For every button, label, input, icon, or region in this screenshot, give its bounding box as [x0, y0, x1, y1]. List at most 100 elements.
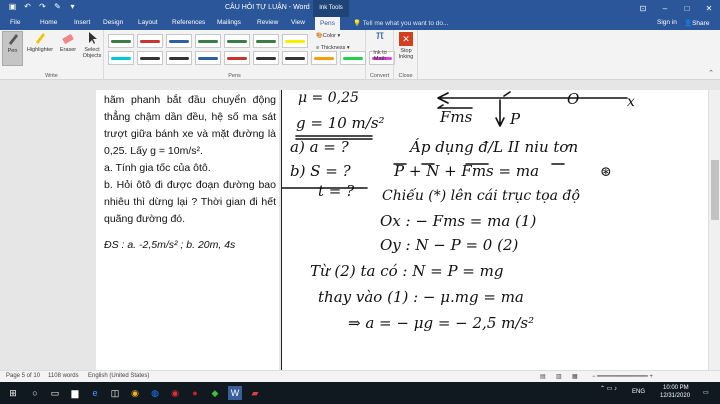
pen-stroke-icon	[169, 40, 189, 43]
stop-inking-button[interactable]: ✕ Stop Inking	[395, 32, 417, 60]
windows-start-icon[interactable]: ⊞	[6, 386, 20, 400]
store-icon[interactable]: ◫	[108, 386, 122, 400]
vertical-ruler	[0, 90, 12, 370]
scrollbar-thumb[interactable]	[711, 160, 719, 220]
tell-me-box[interactable]: 💡 Tell me what you want to do...	[353, 19, 448, 27]
pen-swatch[interactable]	[166, 34, 192, 48]
zalo-icon[interactable]: ◍	[148, 386, 162, 400]
select-objects-button[interactable]: Select Objects	[80, 31, 104, 66]
tab-design[interactable]: Design	[103, 19, 123, 26]
ink-axis-arrow	[437, 92, 628, 104]
word-icon[interactable]: W	[228, 386, 242, 400]
windows-taskbar: ⊞ ○ ▭ ▆ e ◫ ◉ ◍ ◉ ● ◆ W ▰ ⌃ ▭ ♪ ENG 10:0…	[0, 382, 720, 404]
pen-stroke-icon	[140, 57, 160, 60]
color-label: Color	[322, 33, 337, 39]
write-group-label: Write	[45, 73, 58, 79]
pen-swatch[interactable]	[195, 51, 221, 65]
pen-swatch[interactable]	[340, 51, 366, 65]
close-icon[interactable]: ✕	[698, 0, 720, 17]
pen-swatch[interactable]	[224, 34, 250, 48]
page-indicator[interactable]: Page 5 of 10	[6, 373, 40, 379]
tab-home[interactable]: Home	[40, 19, 57, 26]
edge-icon[interactable]: e	[88, 386, 102, 400]
pen-stroke-icon	[227, 57, 247, 60]
eraser-icon	[62, 33, 74, 45]
pen-swatch[interactable]	[195, 34, 221, 48]
file-explorer-icon[interactable]: ▆	[68, 386, 82, 400]
pen-swatch[interactable]	[108, 34, 134, 48]
tab-mailings[interactable]: Mailings	[217, 19, 241, 26]
pen-icon[interactable]: ✎	[53, 2, 62, 11]
print-layout-icon[interactable]: ▥	[556, 373, 562, 380]
pen-stroke-icon	[198, 57, 218, 60]
window-title: CÂU HỎI TỰ LUẬN - Word	[225, 4, 310, 11]
tab-pens[interactable]: Pens	[315, 17, 340, 30]
language-tray[interactable]: ENG	[632, 389, 645, 395]
pen-button[interactable]: Pen	[2, 31, 23, 66]
clock-date[interactable]: 12/31/2020	[660, 393, 690, 399]
zoom-slider[interactable]: − ━━━━━━━━━━━━━━ +	[592, 373, 653, 380]
tab-review[interactable]: Review	[257, 19, 278, 26]
tray-icons[interactable]: ⌃ ▭ ♪	[600, 385, 617, 392]
sign-in-link[interactable]: Sign in	[657, 19, 677, 26]
read-mode-icon[interactable]: ▤	[540, 373, 546, 380]
undo-icon[interactable]: ↶	[23, 2, 32, 11]
vertical-scrollbar[interactable]	[708, 90, 720, 370]
quick-access-toolbar: ▣ ↶ ↷ ✎ ▾	[8, 2, 77, 11]
pen-swatch[interactable]	[108, 51, 134, 65]
pi-icon: π	[375, 28, 385, 42]
pen-swatch[interactable]	[224, 51, 250, 65]
ink-star-mark: ⊛	[600, 164, 612, 180]
ink-mu: μ = 0,25	[298, 90, 359, 106]
pen-stroke-icon	[111, 40, 131, 43]
pen-stroke-icon	[314, 57, 334, 60]
collapse-ribbon-icon[interactable]: ⌃	[708, 69, 714, 77]
redo-icon[interactable]: ↷	[38, 2, 47, 11]
maximize-icon[interactable]: □	[676, 0, 698, 17]
share-button[interactable]: 👤Share	[684, 19, 709, 27]
tab-insert[interactable]: Insert	[74, 19, 90, 26]
customize-icon[interactable]: ▾	[68, 2, 77, 11]
pen-swatch[interactable]	[282, 34, 308, 48]
search-icon[interactable]: ○	[28, 386, 42, 400]
pen-swatch[interactable]	[137, 34, 163, 48]
eraser-button[interactable]: Eraser	[57, 31, 79, 66]
tab-references[interactable]: References	[172, 19, 205, 26]
thickness-dropdown[interactable]: ≡ Thickness ▾	[316, 45, 364, 51]
pen-swatch[interactable]	[253, 51, 279, 65]
ink-to-math-button[interactable]: π Ink to Math	[367, 28, 393, 62]
pdf-icon[interactable]: ▰	[248, 386, 262, 400]
minimize-icon[interactable]: –	[654, 0, 676, 17]
language-indicator[interactable]: English (United States)	[88, 373, 149, 379]
pen-swatch[interactable]	[253, 34, 279, 48]
notification-icon[interactable]: ▭	[703, 389, 709, 396]
ribbon-display-icon[interactable]: ⊡	[632, 0, 654, 17]
chrome-icon[interactable]: ◉	[128, 386, 142, 400]
ink-fms-label: Fms	[439, 108, 473, 126]
document-area: hãm phanh bắt đầu chuyển động thẳng chậm…	[12, 90, 708, 370]
highlighter-label: Highlighter	[26, 47, 54, 53]
tab-file[interactable]: File	[10, 19, 20, 26]
web-layout-icon[interactable]: ▦	[572, 373, 578, 380]
app-icon[interactable]: ◆	[208, 386, 222, 400]
cursor-icon	[89, 32, 97, 44]
pen-swatch[interactable]	[311, 51, 337, 65]
clock-time[interactable]: 10:00 PM	[663, 385, 689, 391]
pen-swatch[interactable]	[137, 51, 163, 65]
record-icon[interactable]: ●	[188, 386, 202, 400]
save-icon[interactable]: ▣	[8, 2, 17, 11]
question-a: a. Tính gia tốc của ôtô.	[104, 162, 211, 174]
media-icon[interactable]: ◉	[168, 386, 182, 400]
question-b: b. Hỏi ôtô đi được đoạn đường bao nhiêu …	[104, 179, 276, 225]
pen-swatch[interactable]	[282, 51, 308, 65]
tab-layout[interactable]: Layout	[138, 19, 158, 26]
ink-b-question: b) S = ?	[290, 162, 352, 180]
word-count[interactable]: 1108 words	[48, 373, 79, 379]
task-view-icon[interactable]: ▭	[48, 386, 62, 400]
ink-arrow-tick	[503, 91, 511, 97]
highlighter-button[interactable]: Highlighter	[25, 31, 55, 66]
color-dropdown[interactable]: 🎨Color ▾	[316, 33, 364, 39]
ink-canvas[interactable]: μ = 0,25 g = 10 m/s² a) a = ? b) S = ? t…	[281, 90, 708, 370]
tab-view[interactable]: View	[291, 19, 305, 26]
pen-swatch[interactable]	[166, 51, 192, 65]
